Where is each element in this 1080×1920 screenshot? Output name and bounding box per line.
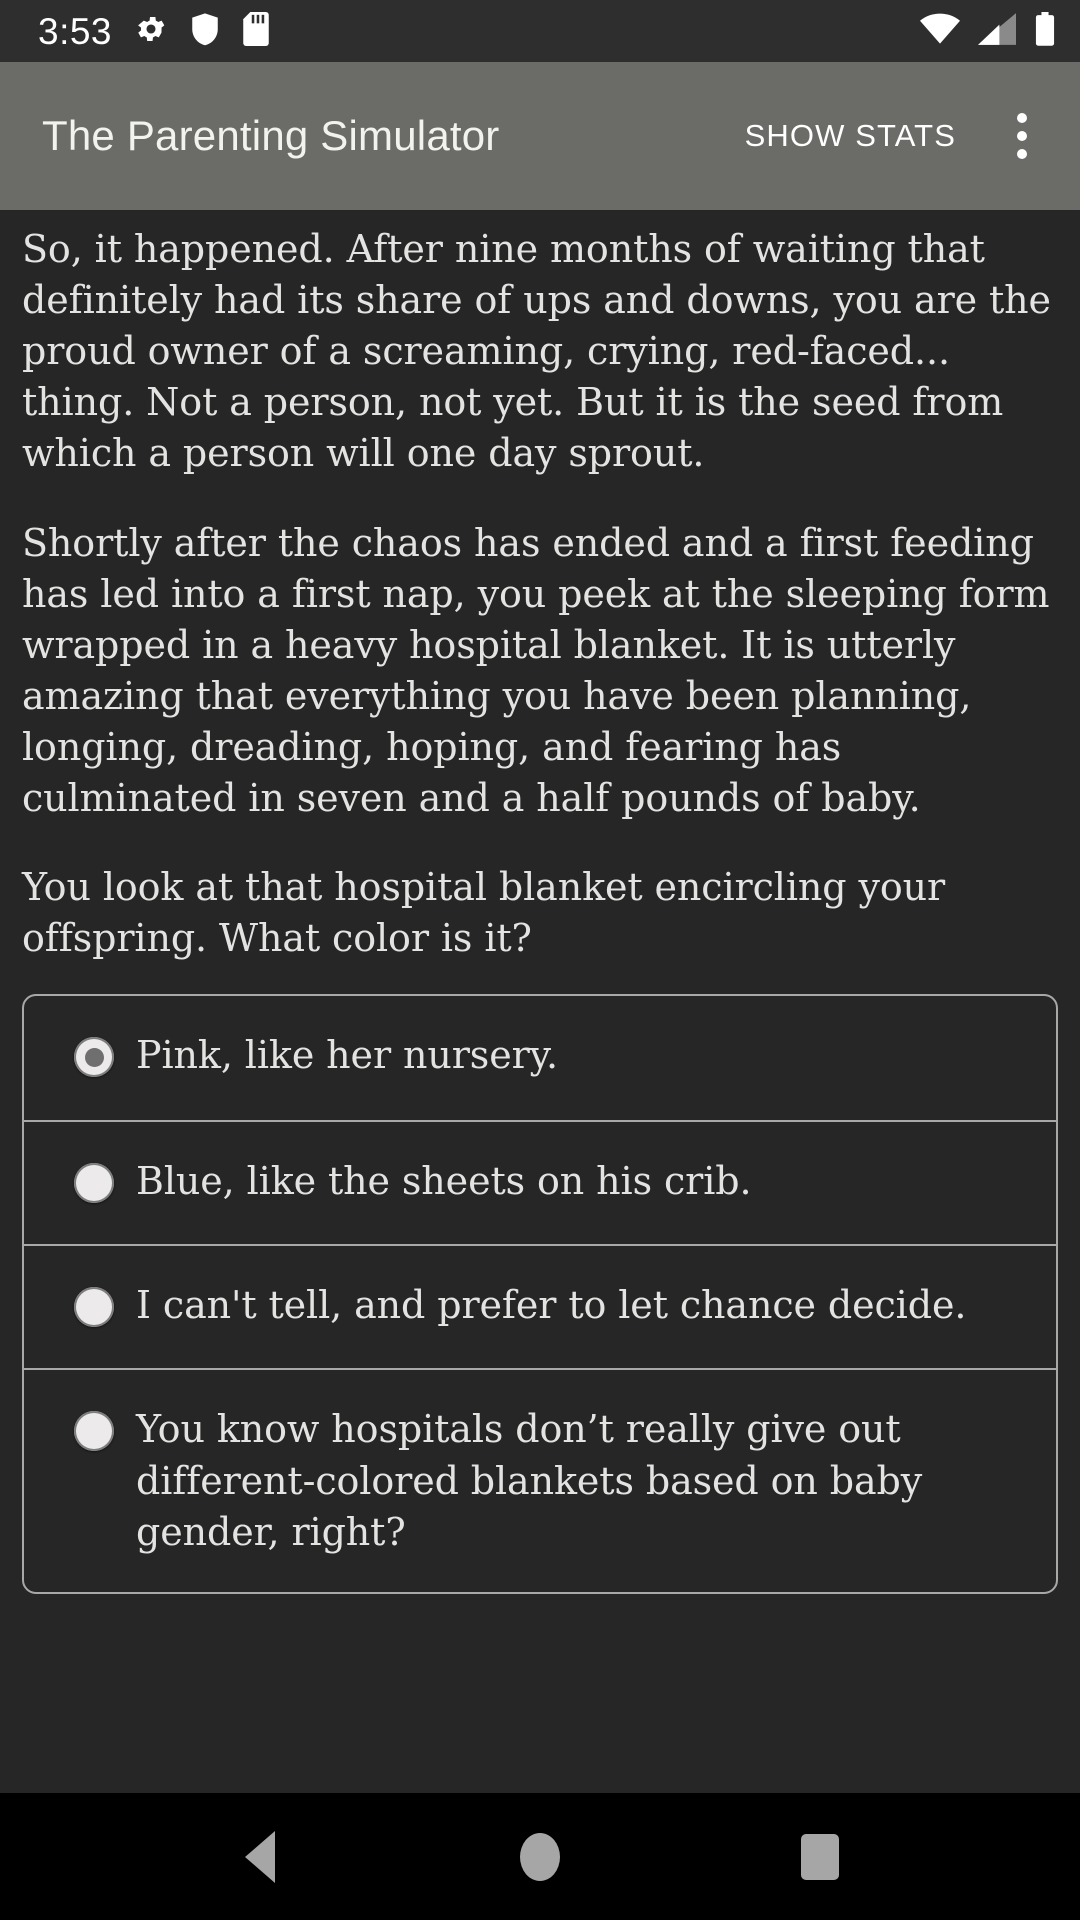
list-item-label: You know hospitals don’t really give out… bbox=[136, 1407, 923, 1554]
story-paragraph: Shortly after the chaos has ended and a … bbox=[22, 520, 1050, 821]
recents-button[interactable] bbox=[760, 1793, 880, 1920]
square-icon bbox=[801, 1833, 839, 1880]
radio-button-selected[interactable] bbox=[74, 1037, 114, 1078]
status-bar-right bbox=[920, 11, 1056, 51]
more-vertical-icon[interactable] bbox=[986, 93, 1058, 179]
overflow-dot bbox=[1017, 113, 1027, 123]
list-item[interactable]: Blue, like the sheets on his crib. bbox=[24, 1120, 1056, 1244]
overflow-dot bbox=[1017, 149, 1027, 159]
radio-button[interactable] bbox=[74, 1411, 114, 1452]
gear-icon bbox=[134, 12, 168, 51]
back-button[interactable] bbox=[200, 1793, 320, 1920]
list-item-label: Pink, like her nursery. bbox=[136, 1033, 558, 1078]
radio-button[interactable] bbox=[74, 1287, 114, 1328]
story-text: So, it happened. After nine months of wa… bbox=[22, 224, 1058, 964]
list-item[interactable]: Pink, like her nursery. bbox=[24, 996, 1056, 1120]
list-item[interactable]: You know hospitals don’t really give out… bbox=[24, 1368, 1056, 1591]
radio-button[interactable] bbox=[74, 1163, 114, 1204]
app-bar-actions: SHOW STATS bbox=[719, 93, 1058, 179]
circle-icon bbox=[520, 1832, 560, 1881]
home-button[interactable] bbox=[480, 1793, 600, 1920]
wifi-icon bbox=[920, 13, 960, 50]
phone-screen: 3:53 The Parenting Simulator SHOW STATS … bbox=[0, 0, 1080, 1920]
show-stats-button[interactable]: SHOW STATS bbox=[719, 100, 982, 172]
overflow-dot bbox=[1017, 131, 1027, 141]
story-content[interactable]: So, it happened. After nine months of wa… bbox=[0, 210, 1080, 1793]
shield-icon bbox=[190, 12, 220, 51]
list-item-label: Blue, like the sheets on his crib. bbox=[136, 1159, 752, 1204]
android-nav-bar bbox=[0, 1793, 1080, 1920]
list-item[interactable]: I can't tell, and prefer to let chance d… bbox=[24, 1244, 1056, 1368]
story-paragraph: So, it happened. After nine months of wa… bbox=[22, 227, 1051, 476]
app-title: The Parenting Simulator bbox=[42, 112, 500, 159]
status-clock: 3:53 bbox=[38, 10, 113, 52]
cellular-signal-icon bbox=[978, 12, 1016, 50]
status-bar-left: 3:53 bbox=[38, 10, 270, 52]
battery-icon bbox=[1034, 11, 1056, 51]
sd-card-icon bbox=[242, 11, 270, 51]
app-bar: The Parenting Simulator SHOW STATS bbox=[0, 62, 1080, 210]
story-paragraph: You look at that hospital blanket encirc… bbox=[22, 865, 946, 961]
triangle-left-icon bbox=[245, 1830, 275, 1883]
list-item-label: I can't tell, and prefer to let chance d… bbox=[136, 1283, 967, 1328]
status-bar: 3:53 bbox=[0, 0, 1080, 62]
choice-list: Pink, like her nursery. Blue, like the s… bbox=[22, 994, 1058, 1594]
